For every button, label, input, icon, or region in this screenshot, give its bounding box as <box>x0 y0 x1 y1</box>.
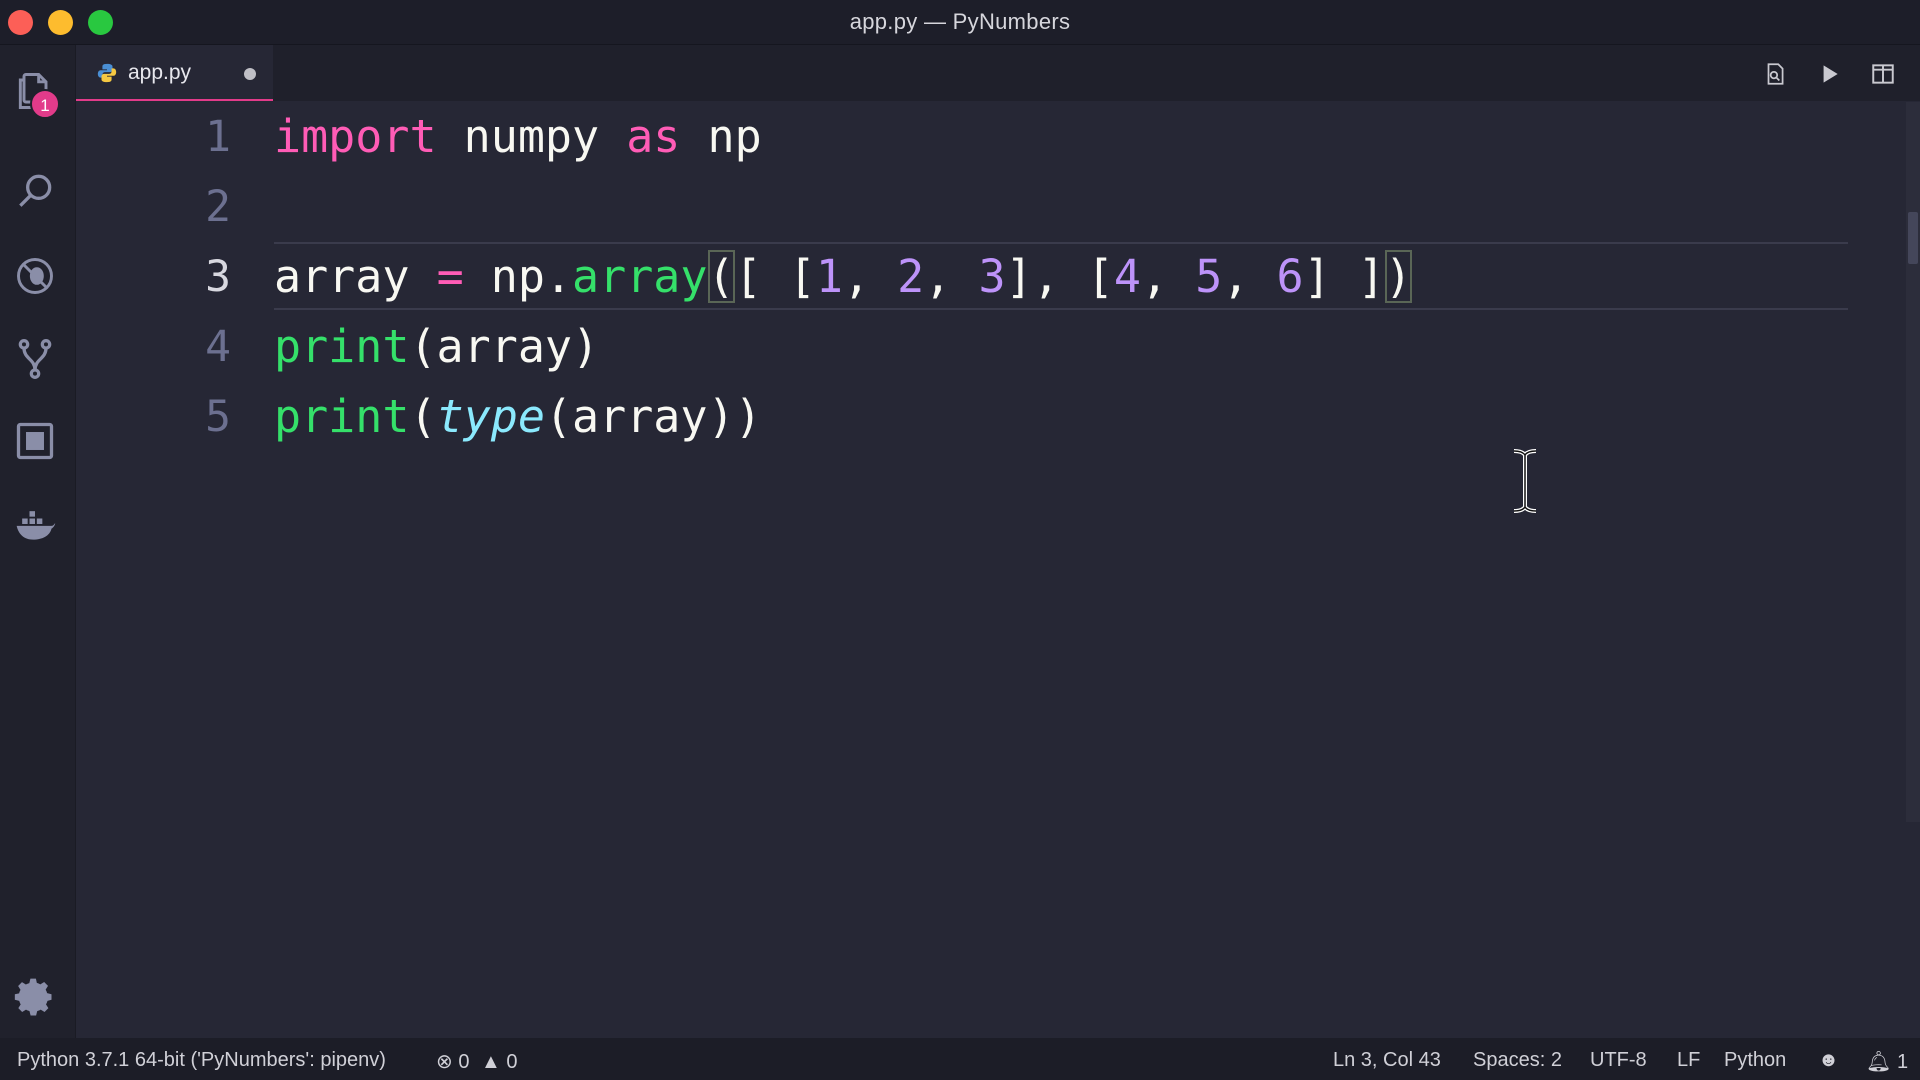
variable-token: array <box>274 250 410 303</box>
python-file-icon <box>96 62 118 84</box>
tab-bar: app.py <box>76 45 1920 101</box>
code-editor[interactable]: 1 2 3 4 5 import numpy as np array = np.… <box>76 102 1920 1038</box>
number-token: 1 <box>815 250 843 303</box>
keyword-token: as <box>626 110 681 163</box>
notifications[interactable]: 🔔︎ 1 <box>1866 1049 1908 1074</box>
settings-gear-icon[interactable] <box>11 973 59 1021</box>
keyword-token: import <box>274 110 437 163</box>
tab-app-py[interactable]: app.py <box>76 45 273 101</box>
debug-icon[interactable] <box>11 252 59 300</box>
warning-icon: ▲ <box>481 1051 501 1073</box>
error-count: 0 <box>458 1051 470 1073</box>
function-token: print <box>274 390 410 443</box>
operator-token: = <box>436 250 464 303</box>
docker-icon[interactable] <box>11 500 59 548</box>
tab-label: app.py <box>128 61 192 84</box>
python-interpreter[interactable]: Python 3.7.1 64-bit ('PyNumbers': pipenv… <box>17 1049 386 1072</box>
code-line-3: array = np.array([ [1, 2, 3], [4, 5, 6] … <box>274 250 1412 303</box>
bell-icon: 🔔︎ <box>1866 1051 1892 1073</box>
notification-count: 1 <box>1896 1051 1909 1073</box>
function-token: array <box>572 250 708 303</box>
status-bar: Python 3.7.1 64-bit ('PyNumbers': pipenv… <box>0 1038 1920 1080</box>
builtin-token: type <box>436 390 545 443</box>
unsaved-dot-icon[interactable] <box>244 68 256 80</box>
explorer-badge: 1 <box>30 89 60 119</box>
line-number: 2 <box>205 182 231 232</box>
activity-bar: 1 <box>0 45 76 1038</box>
problems-indicator[interactable]: ⊗ 0 ▲ 0 <box>436 1049 518 1074</box>
matched-bracket: ( <box>707 250 735 303</box>
line-number: 1 <box>205 112 231 162</box>
open-preview-icon[interactable] <box>1760 59 1790 89</box>
encoding[interactable]: UTF-8 <box>1590 1049 1647 1072</box>
code-line-4: print(array) <box>274 320 600 373</box>
number-token: 2 <box>897 250 925 303</box>
alias-token: np <box>707 110 762 163</box>
line-ending[interactable]: LF <box>1677 1049 1700 1072</box>
scrollbar-thumb[interactable] <box>1908 212 1918 264</box>
title-bar: app.py — PyNumbers <box>0 0 1920 45</box>
extensions-icon[interactable] <box>11 417 59 465</box>
cursor-position[interactable]: Ln 3, Col 43 <box>1333 1049 1441 1072</box>
number-token: 5 <box>1195 250 1223 303</box>
split-editor-icon[interactable] <box>1868 59 1898 89</box>
module-token: np. <box>490 250 573 303</box>
feedback-smiley-icon[interactable]: ☻ <box>1818 1049 1839 1072</box>
function-token: print <box>274 320 410 373</box>
error-icon: ⊗ <box>436 1051 453 1073</box>
source-control-icon[interactable] <box>11 335 59 383</box>
code-line-5: print(type(array)) <box>274 390 762 443</box>
module-token: numpy <box>463 110 600 163</box>
matched-bracket: ) <box>1384 250 1412 303</box>
search-icon[interactable] <box>11 167 59 215</box>
text-cursor-icon <box>1513 449 1537 513</box>
number-token: 6 <box>1276 250 1304 303</box>
window-title: app.py — PyNumbers <box>849 9 1071 34</box>
indentation[interactable]: Spaces: 2 <box>1473 1049 1562 1072</box>
language-mode[interactable]: Python <box>1724 1049 1786 1072</box>
line-number: 3 <box>205 252 231 302</box>
number-token: 4 <box>1113 250 1141 303</box>
line-number: 5 <box>205 392 231 442</box>
vertical-scrollbar[interactable] <box>1906 102 1920 822</box>
line-number: 4 <box>205 322 231 372</box>
code-line-1: import numpy as np <box>274 102 762 172</box>
number-token: 3 <box>978 250 1006 303</box>
run-icon[interactable] <box>1814 59 1844 89</box>
warning-count: 0 <box>506 1051 518 1073</box>
